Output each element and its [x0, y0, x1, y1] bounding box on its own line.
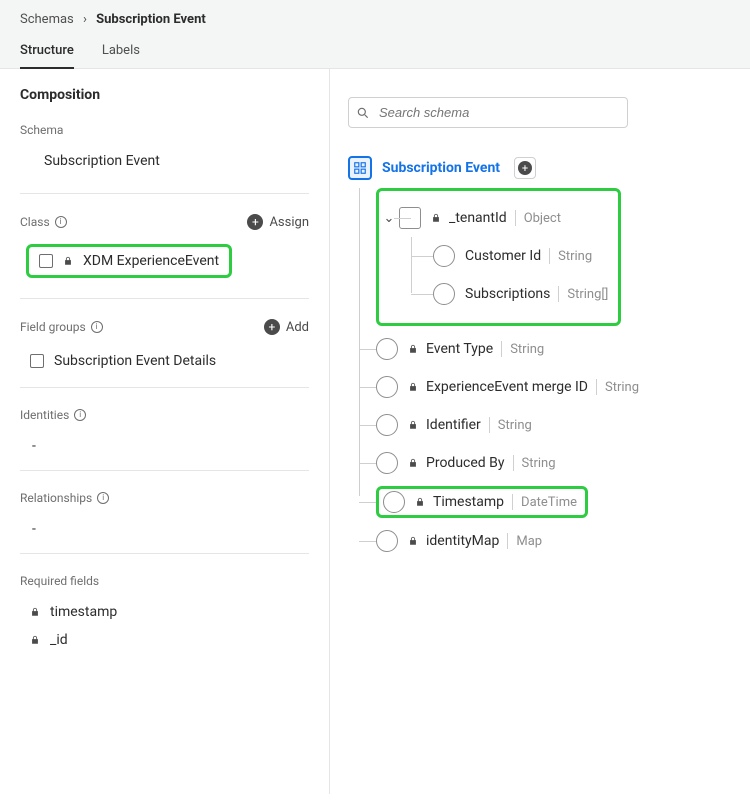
required-field-name: timestamp — [50, 604, 117, 620]
type-separator — [513, 455, 514, 471]
identities-value: - — [20, 432, 309, 460]
type-separator — [507, 533, 508, 549]
tenant-highlight: ⌄ _tenantId Object — [376, 188, 621, 326]
search-icon — [356, 106, 370, 120]
lock-icon — [408, 344, 418, 354]
schema-canvas: Subscription Event + ⌄ _tena — [330, 69, 750, 794]
info-icon[interactable]: i — [97, 492, 109, 504]
type-separator — [512, 494, 513, 510]
schema-name[interactable]: Subscription Event — [20, 147, 309, 183]
field-label[interactable]: Customer Id — [465, 248, 541, 264]
info-icon[interactable]: i — [91, 321, 103, 333]
field-type: DateTime — [521, 495, 577, 510]
field-type: String — [510, 342, 544, 357]
info-icon[interactable]: i — [74, 409, 86, 421]
field-label[interactable]: Timestamp — [433, 494, 504, 510]
relationships-value: - — [20, 515, 309, 543]
divider — [20, 193, 309, 194]
schema-label: Schema — [20, 123, 63, 137]
plus-icon: + — [518, 161, 532, 175]
type-separator — [501, 341, 502, 357]
field-icon[interactable] — [383, 491, 405, 513]
lock-icon — [431, 213, 441, 223]
tree-connector — [411, 256, 433, 257]
lock-icon — [30, 607, 40, 617]
field-label[interactable]: Produced By — [426, 455, 505, 471]
required-field-name: _id — [50, 632, 68, 648]
identities-label: Identities — [20, 408, 69, 422]
tab-labels[interactable]: Labels — [102, 35, 140, 68]
field-type: Map — [516, 534, 542, 549]
field-icon[interactable] — [433, 245, 455, 267]
assign-class-button[interactable]: + Assign — [247, 214, 309, 230]
class-type-icon — [39, 254, 53, 268]
fieldgroups-label: Field groups — [20, 320, 86, 334]
lock-icon — [415, 497, 425, 507]
lock-icon — [408, 458, 418, 468]
class-label: Class — [20, 215, 50, 229]
add-field-button[interactable]: + — [514, 157, 536, 179]
divider — [20, 387, 309, 388]
field-type: String — [558, 249, 592, 264]
tabs: Structure Labels — [0, 35, 750, 68]
relationships-label: Relationships — [20, 491, 92, 505]
object-field-icon[interactable] — [399, 207, 421, 229]
required-field-row: timestamp — [20, 598, 309, 626]
tab-structure[interactable]: Structure — [20, 35, 74, 68]
plus-icon: + — [264, 319, 280, 335]
plus-icon: + — [247, 214, 263, 230]
fieldgroup-type-icon — [30, 354, 44, 368]
required-field-row: _id — [20, 626, 309, 654]
type-separator — [596, 379, 597, 395]
type-separator — [515, 210, 516, 226]
chevron-down-icon[interactable]: ⌄ — [383, 211, 395, 226]
field-label[interactable]: Event Type — [426, 341, 493, 357]
field-icon[interactable] — [376, 414, 398, 436]
required-fields-label: Required fields — [20, 574, 99, 588]
lock-icon — [30, 635, 40, 645]
field-icon[interactable] — [433, 283, 455, 305]
field-type: Object — [524, 211, 561, 226]
divider — [20, 553, 309, 554]
lock-icon — [408, 536, 418, 546]
field-icon[interactable] — [376, 530, 398, 552]
field-type: String — [498, 418, 532, 433]
field-icon[interactable] — [376, 376, 398, 398]
field-label[interactable]: ExperienceEvent merge ID — [426, 379, 588, 395]
type-separator — [549, 248, 550, 264]
lock-icon — [408, 420, 418, 430]
breadcrumb-current: Subscription Event — [96, 12, 206, 27]
schema-root-label[interactable]: Subscription Event — [382, 160, 500, 176]
field-type: String[] — [567, 287, 608, 302]
composition-panel: Composition Schema Subscription Event Cl… — [0, 69, 330, 794]
schema-root-icon[interactable] — [348, 156, 372, 180]
fieldgroup-name[interactable]: Subscription Event Details — [54, 353, 216, 369]
search-input[interactable] — [348, 97, 628, 128]
breadcrumb-sep: › — [83, 12, 87, 27]
field-label[interactable]: _tenantId — [449, 210, 507, 226]
breadcrumb: Schemas › Subscription Event — [0, 0, 750, 35]
type-separator — [558, 286, 559, 302]
type-separator — [489, 417, 490, 433]
lock-icon — [63, 256, 73, 266]
lock-icon — [408, 382, 418, 392]
field-type: String — [605, 380, 639, 395]
field-label[interactable]: identityMap — [426, 533, 499, 549]
field-type: String — [522, 456, 556, 471]
divider — [20, 470, 309, 471]
field-icon[interactable] — [376, 338, 398, 360]
breadcrumb-parent[interactable]: Schemas — [20, 12, 74, 27]
field-label[interactable]: Subscriptions — [465, 286, 550, 302]
class-name[interactable]: XDM ExperienceEvent — [83, 253, 219, 269]
field-icon[interactable] — [376, 452, 398, 474]
timestamp-highlight: Timestamp DateTime — [376, 486, 588, 518]
field-label[interactable]: Identifier — [426, 417, 481, 433]
divider — [20, 298, 309, 299]
tree-connector — [411, 294, 433, 295]
class-item-highlight: XDM ExperienceEvent — [26, 244, 232, 278]
add-fieldgroup-button[interactable]: + Add — [264, 319, 309, 335]
composition-title: Composition — [20, 87, 309, 103]
info-icon[interactable]: i — [55, 216, 67, 228]
